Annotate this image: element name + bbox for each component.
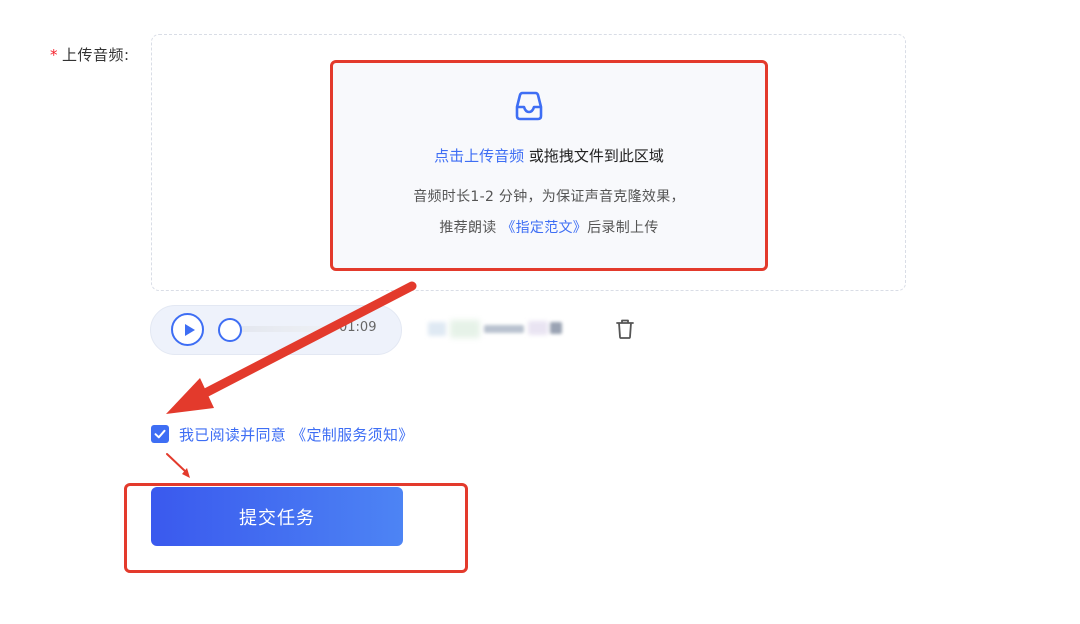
blurred-filename [428, 318, 564, 340]
trash-icon[interactable] [614, 318, 636, 340]
checkmark-icon [154, 429, 166, 439]
required-mark: * [50, 46, 58, 64]
play-icon[interactable] [171, 313, 204, 346]
agreement-text[interactable]: 我已阅读并同意 《定制服务须知》 [179, 424, 414, 445]
annotation-box-upload [330, 60, 768, 271]
upload-form: * 上传音频: 点击上传音频 或拖拽文件到此区域 音频时长1-2 分钟，为保证声音… [0, 0, 1080, 624]
agreement-checkbox[interactable] [151, 425, 169, 443]
audio-duration: 01:09 [339, 320, 377, 335]
progress-track[interactable] [228, 326, 346, 332]
upload-audio-label: * 上传音频: [50, 44, 130, 65]
progress-knob[interactable] [218, 318, 242, 342]
label-text: 上传音频: [62, 46, 130, 64]
annotation-box-submit [124, 483, 468, 573]
